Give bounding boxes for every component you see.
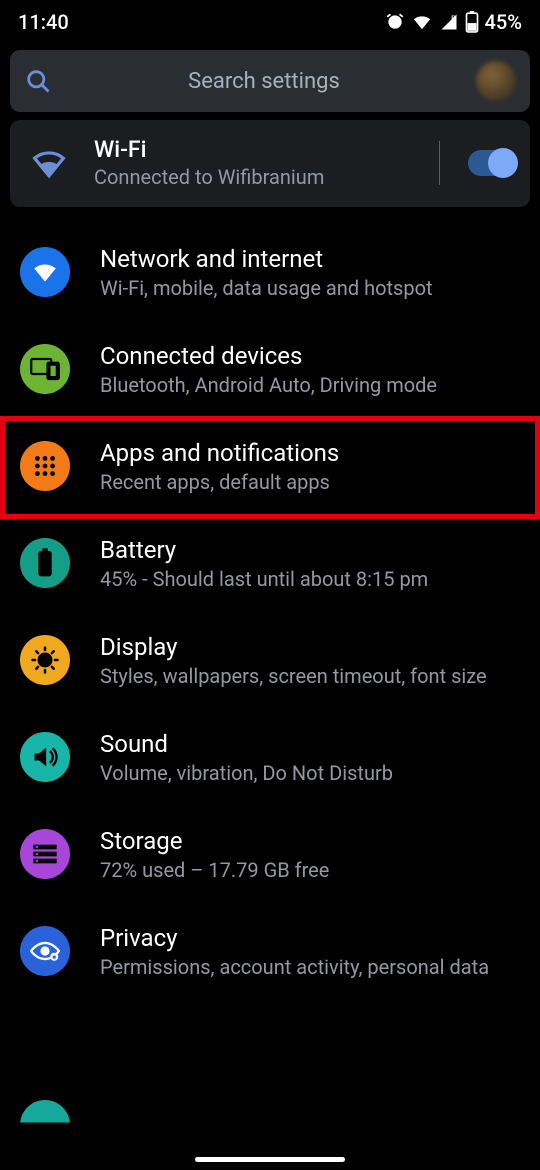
item-text: DisplayStyles, wallpapers, screen timeou… xyxy=(100,633,522,690)
item-subtitle: Volume, vibration, Do Not Disturb xyxy=(100,760,522,787)
wifi-icon xyxy=(20,247,70,297)
item-subtitle: Permissions, account activity, personal … xyxy=(100,954,522,981)
devices-icon xyxy=(20,344,70,394)
status-icons: R 45% xyxy=(385,10,522,34)
item-subtitle: Recent apps, default apps xyxy=(100,469,522,496)
item-text: Apps and notificationsRecent apps, defau… xyxy=(100,439,522,496)
item-subtitle: 45% - Should last until about 8:15 pm xyxy=(100,566,522,593)
item-text: SoundVolume, vibration, Do Not Disturb xyxy=(100,730,522,787)
apps-icon xyxy=(20,441,70,491)
item-title: Connected devices xyxy=(100,342,522,370)
wifi-icon xyxy=(26,147,72,179)
settings-item-sound[interactable]: SoundVolume, vibration, Do Not Disturb xyxy=(0,710,540,807)
item-title: Privacy xyxy=(100,924,522,952)
storage-icon xyxy=(20,829,70,879)
settings-item-connected-devices[interactable]: Connected devicesBluetooth, Android Auto… xyxy=(0,322,540,419)
battery-percent: 45% xyxy=(485,10,522,34)
settings-list: Network and internetWi-Fi, mobile, data … xyxy=(0,225,540,1001)
item-title: Network and internet xyxy=(100,245,522,273)
item-title: Battery xyxy=(100,536,522,564)
wifi-status-icon xyxy=(411,13,433,31)
brightness-icon xyxy=(20,635,70,685)
settings-item-network-and-internet[interactable]: Network and internetWi-Fi, mobile, data … xyxy=(0,225,540,322)
status-time: 11:40 xyxy=(18,10,69,34)
search-placeholder: Search settings xyxy=(66,69,462,94)
item-subtitle: 72% used – 17.79 GB free xyxy=(100,857,522,884)
search-bar[interactable]: Search settings xyxy=(10,50,530,112)
search-icon xyxy=(24,67,52,95)
navigation-bar[interactable] xyxy=(0,1157,540,1162)
item-title: Display xyxy=(100,633,522,661)
settings-item-display[interactable]: DisplayStyles, wallpapers, screen timeou… xyxy=(0,613,540,710)
status-bar: 11:40 R 45% xyxy=(0,0,540,40)
item-text: Storage72% used – 17.79 GB free xyxy=(100,827,522,884)
item-text: PrivacyPermissions, account activity, pe… xyxy=(100,924,522,981)
settings-item-privacy[interactable]: PrivacyPermissions, account activity, pe… xyxy=(0,904,540,1001)
item-text: Battery45% - Should last until about 8:1… xyxy=(100,536,522,593)
item-title: Sound xyxy=(100,730,522,758)
item-subtitle: Wi-Fi, mobile, data usage and hotspot xyxy=(100,275,522,302)
wifi-card-text: Wi-Fi Connected to Wifibranium xyxy=(94,136,407,189)
item-title: Storage xyxy=(100,827,522,855)
svg-text:R: R xyxy=(451,14,456,22)
item-subtitle: Bluetooth, Android Auto, Driving mode xyxy=(100,372,522,399)
battery-icon xyxy=(20,538,70,588)
item-title: Apps and notifications xyxy=(100,439,522,467)
privacy-icon xyxy=(20,926,70,976)
item-text: Network and internetWi-Fi, mobile, data … xyxy=(100,245,522,302)
divider xyxy=(439,141,440,185)
item-text: Connected devicesBluetooth, Android Auto… xyxy=(100,342,522,399)
wifi-card-title: Wi-Fi xyxy=(94,136,407,163)
settings-item-location-cutoff[interactable] xyxy=(20,1100,70,1150)
account-avatar[interactable] xyxy=(476,61,516,101)
signal-icon: R xyxy=(439,13,459,31)
battery-icon xyxy=(465,11,479,33)
sound-icon xyxy=(20,732,70,782)
settings-item-apps-and-notifications[interactable]: Apps and notificationsRecent apps, defau… xyxy=(0,416,540,519)
wifi-card-subtitle: Connected to Wifibranium xyxy=(94,165,407,189)
location-icon xyxy=(20,1100,70,1150)
settings-item-storage[interactable]: Storage72% used – 17.79 GB free xyxy=(0,807,540,904)
alarm-icon xyxy=(385,12,405,32)
item-subtitle: Styles, wallpapers, screen timeout, font… xyxy=(100,663,522,690)
wifi-toggle[interactable] xyxy=(468,150,514,176)
wifi-quick-card[interactable]: Wi-Fi Connected to Wifibranium xyxy=(10,120,530,207)
settings-item-battery[interactable]: Battery45% - Should last until about 8:1… xyxy=(0,516,540,613)
